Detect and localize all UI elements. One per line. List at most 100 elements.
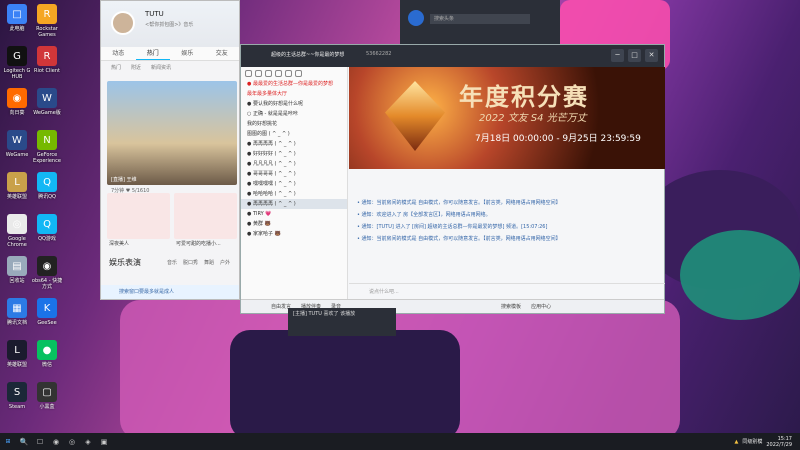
- qq-panel: TUTU <帮你抓包图>》音乐 动态 热门 娱乐 交友 热门 附近 新闻资讯 […: [100, 0, 240, 300]
- qq-signature[interactable]: <帮你抓包图>》音乐: [145, 21, 193, 28]
- app-center-button[interactable]: 应用中心: [531, 303, 551, 310]
- chat-window: 超级的主话总群~~你是最的梦想 53662282 ─ □ ✕ ● 最最爱的生活总…: [240, 44, 665, 314]
- section-tab[interactable]: 户外: [220, 259, 230, 266]
- group-list-item[interactable]: ● 再再再再 ( ^ _ ^ ): [241, 199, 347, 209]
- desktop-icon[interactable]: Q 腾讯QQ: [30, 172, 64, 200]
- list-icon[interactable]: [275, 69, 282, 77]
- maximize-icon[interactable]: □: [628, 49, 641, 62]
- tab-entertainment[interactable]: 娱乐: [170, 47, 205, 60]
- desktop-icon[interactable]: S Steam: [0, 382, 34, 410]
- group-list-item[interactable]: ● 凡凡凡凡 ( ^ _ ^ ): [241, 159, 347, 169]
- desktop-icon-label: Rockstar Games: [36, 26, 58, 38]
- desktop-icon[interactable]: ▢ 小黑盒: [30, 382, 64, 410]
- app-icon: ◎: [7, 214, 27, 234]
- event-banner[interactable]: 年度积分赛 2022 文友 S4 光芒万丈 7月18日 00:00:00 - 9…: [349, 67, 665, 169]
- desktop-icon-label: 英雄联盟: [6, 362, 27, 368]
- app-icon: ●: [37, 340, 57, 360]
- section-tab[interactable]: 脱口秀: [183, 259, 198, 266]
- desktop-icon[interactable]: R Riot Client: [30, 46, 64, 74]
- desktop-icon[interactable]: ▦ 腾讯文档: [0, 298, 34, 326]
- desktop-icon-label: Google Chrome: [7, 236, 27, 248]
- search-tip[interactable]: 搜索窗口要最多就是成人: [101, 285, 239, 299]
- desktop-icon[interactable]: ▤ 回收站: [0, 256, 34, 284]
- group-list-item[interactable]: ● 嘿嘿嘿嘿 ( ^ _ ^ ): [241, 179, 347, 189]
- desktop-icon[interactable]: W WeGame版: [30, 88, 64, 116]
- group-list-item[interactable]: ● 要认我的好想是什么呢: [241, 99, 347, 109]
- settings-icon[interactable]: [265, 69, 272, 77]
- window-controls: ─ □ ✕: [611, 49, 658, 62]
- group-list-item[interactable]: ● 最最爱的生活总群—你是最爱的梦想: [241, 79, 347, 89]
- subtab-hot[interactable]: 热门: [111, 64, 121, 71]
- tab-friends[interactable]: 交友: [205, 47, 240, 60]
- taskbar-app-icon[interactable]: ◉: [48, 433, 64, 450]
- desktop-icon[interactable]: W WeGame: [0, 130, 34, 158]
- warning-icon[interactable]: ▲: [734, 439, 738, 445]
- group-list-item[interactable]: ● 再再再再 ( ^ _ ^ ): [241, 139, 347, 149]
- desktop-icon-label: Logitech G HUB: [3, 68, 31, 80]
- taskbar-app-icon[interactable]: 🔍: [16, 433, 32, 450]
- desktop-icon-label: GeForce Experience: [33, 152, 61, 164]
- desktop-icon-label: 回收站: [9, 278, 25, 284]
- qq-subtabs: 热门 附近 新闻资讯: [101, 61, 239, 73]
- qq-username: TUTU: [145, 10, 164, 18]
- group-list-item[interactable]: ● 好好好好 ( ^ _ ^ ): [241, 149, 347, 159]
- desktop-icon[interactable]: ● 微信: [30, 340, 64, 368]
- group-list-item[interactable]: ● 家家哈子 🐻: [241, 229, 347, 239]
- message-input[interactable]: 说点什么吧...: [349, 283, 665, 299]
- user-icon[interactable]: [245, 69, 252, 77]
- desktop-icon[interactable]: R Rockstar Games: [30, 4, 64, 38]
- chat-titlebar: 超级的主话总群~~你是最的梦想 53662282 ─ □ ✕: [241, 45, 664, 67]
- subtab-news[interactable]: 新闻资讯: [151, 64, 171, 71]
- desktop-icon[interactable]: Q QQ游戏: [30, 214, 64, 242]
- tab-dynamic[interactable]: 动态: [101, 47, 136, 60]
- desktop-icon[interactable]: ◎ Google Chrome: [0, 214, 34, 248]
- taskbar-app-icon[interactable]: ▣: [96, 433, 112, 450]
- subtab-nearby[interactable]: 附近: [131, 64, 141, 71]
- taskbar-app-icon[interactable]: ☐: [32, 433, 48, 450]
- feed-card[interactable]: 可爱可甜的吃播小...: [174, 193, 237, 247]
- desktop-icon[interactable]: L 英雄联盟: [0, 172, 34, 200]
- group-list-item[interactable]: ● 哈哈哈哈 ( ^ _ ^ ): [241, 189, 347, 199]
- taskbar: ⊞ 🔍 ☐ ◉ ◎ ◈ ▣ ▲ 同级别模 15:17 2022/7/29: [0, 433, 800, 450]
- desktop-icon[interactable]: N GeForce Experience: [30, 130, 64, 164]
- template-button[interactable]: 搜索模板: [501, 303, 521, 310]
- clock[interactable]: 15:17 2022/7/29: [766, 436, 792, 448]
- desktop-icon[interactable]: L 英雄联盟: [0, 340, 34, 368]
- qq-header: TUTU <帮你抓包图>》音乐: [101, 1, 239, 47]
- desktop-icon[interactable]: K GeeSee: [30, 298, 64, 326]
- search-icon[interactable]: [295, 69, 302, 77]
- group-list-item[interactable]: 图图的图 ( ^ _ ^ ): [241, 129, 347, 139]
- section-title: 娱乐表演: [109, 258, 141, 267]
- taskbar-app-icon[interactable]: ◈: [80, 433, 96, 450]
- start-icon[interactable]: ⊞: [0, 433, 16, 450]
- home-icon[interactable]: [255, 69, 262, 77]
- trophy-gem-icon: [385, 81, 445, 151]
- grid-icon[interactable]: [285, 69, 292, 77]
- group-list-item[interactable]: ● TIRY 💗: [241, 209, 347, 219]
- section-tab[interactable]: 舞蹈: [204, 259, 214, 266]
- qq-tabs: 动态 热门 娱乐 交友: [101, 47, 239, 61]
- minimize-icon[interactable]: ─: [611, 49, 624, 62]
- group-list-item[interactable]: 我的好想挑花: [241, 119, 347, 129]
- group-list-item[interactable]: 最年最多量体大厅: [241, 89, 347, 99]
- desktop-icon[interactable]: ◉ obs64 - 快捷方式: [30, 256, 64, 290]
- browser-search-box[interactable]: 搜索头条: [430, 14, 530, 24]
- section-tab[interactable]: 音乐: [167, 259, 177, 266]
- desktop-icon[interactable]: ◉ 向日葵: [0, 88, 34, 116]
- app-icon: ◉: [7, 88, 27, 108]
- avatar[interactable]: [111, 11, 135, 35]
- group-list-item[interactable]: ● 哥哥哥哥 ( ^ _ ^ ): [241, 169, 347, 179]
- close-icon[interactable]: ✕: [645, 49, 658, 62]
- browser-toolbar: 搜索头条: [400, 0, 560, 44]
- desktop-icon-label: 小黑盒: [39, 404, 55, 410]
- system-message: • 通知：欢迎进入了 房【全部发言区】，网络用语占用网络。: [357, 212, 491, 218]
- desktop-icon[interactable]: □ 此电脑: [0, 4, 34, 32]
- feed-video-card[interactable]: [直播] 王维 7分钟 ♥ 5/1610: [107, 81, 237, 194]
- feed-card[interactable]: 深夜美人: [107, 193, 170, 247]
- group-list-item[interactable]: ○ 正确 - 就是是是咔咔: [241, 109, 347, 119]
- tab-hot[interactable]: 热门: [135, 47, 170, 60]
- taskbar-app-icon[interactable]: ◎: [64, 433, 80, 450]
- group-list-item[interactable]: ● 黄群 🐻: [241, 219, 347, 229]
- tray-text[interactable]: 同级别模: [742, 438, 762, 445]
- desktop-icon[interactable]: G Logitech G HUB: [0, 46, 34, 80]
